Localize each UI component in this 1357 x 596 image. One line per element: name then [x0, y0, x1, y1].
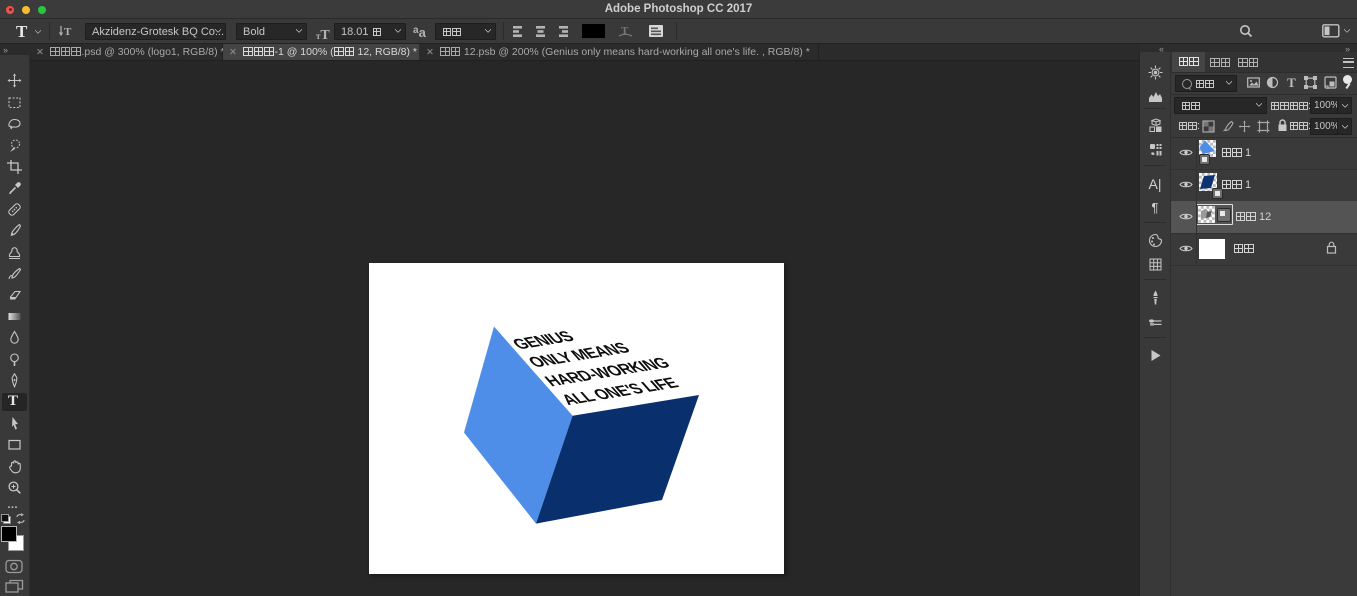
svg-text:T: T — [64, 26, 72, 38]
